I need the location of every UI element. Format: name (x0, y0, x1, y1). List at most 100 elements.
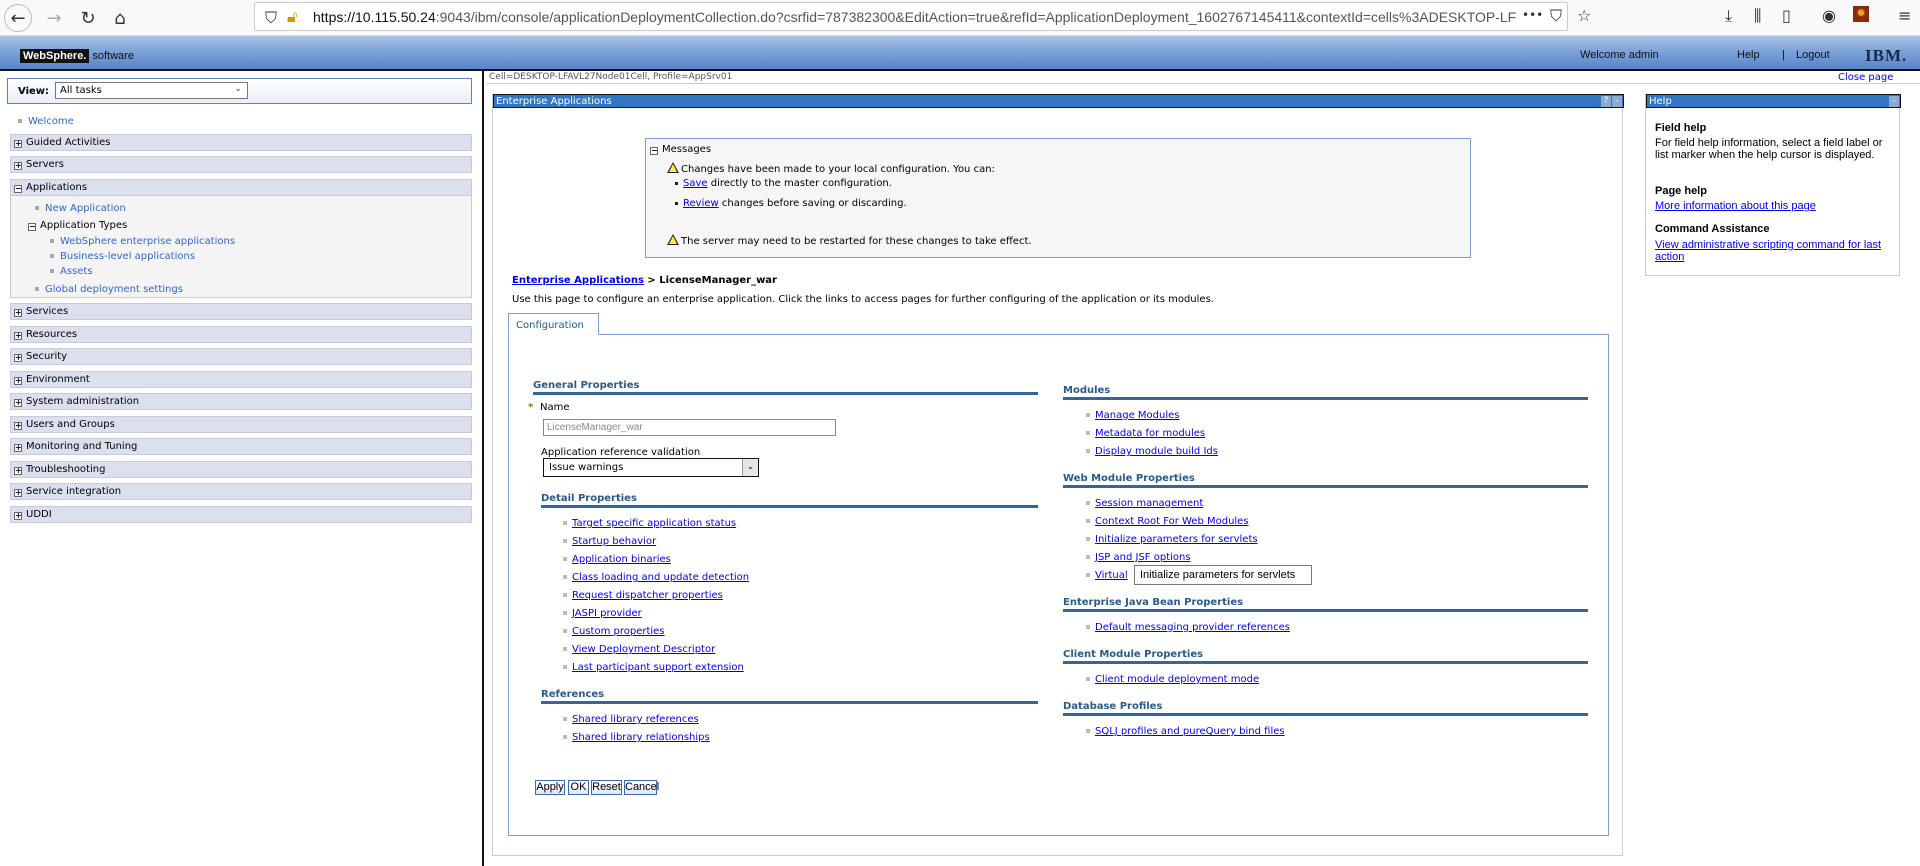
link-startup-behavior[interactable]: Startup behavior (563, 536, 656, 547)
reload-button[interactable]: ↻ (74, 4, 102, 32)
breadcrumb-enterprise-applications[interactable]: Enterprise Applications (512, 275, 644, 286)
link-default-messaging-provider[interactable]: Default messaging provider references (1086, 622, 1290, 633)
link-request-dispatcher[interactable]: Request dispatcher properties (563, 590, 723, 601)
menu-icon[interactable]: ≡ (1898, 6, 1911, 25)
link-text[interactable]: Custom properties (572, 626, 665, 637)
download-icon[interactable]: ⤓ (1725, 6, 1732, 26)
link-class-loading[interactable]: Class loading and update detection (563, 572, 749, 583)
pocket-icon[interactable]: ⛉ (1550, 6, 1562, 26)
link-label[interactable]: Global deployment settings (45, 284, 183, 295)
link-display-module-build-ids[interactable]: Display module build Ids (1086, 446, 1218, 457)
link-initialize-parameters[interactable]: Initialize parameters for servlets (1086, 534, 1258, 545)
forward-button[interactable]: → (40, 4, 68, 32)
library-icon[interactable]: ⫼ (1754, 6, 1761, 26)
link-text[interactable]: View Deployment Descriptor (572, 644, 715, 655)
link-application-binaries[interactable]: Application binaries (563, 554, 671, 565)
link-sqlj-profiles[interactable]: SQLJ profiles and pureQuery bind files (1086, 726, 1285, 737)
save-link[interactable]: Save (683, 178, 708, 189)
ok-button[interactable]: OK (568, 780, 589, 795)
link-text[interactable]: Manage Modules (1095, 410, 1179, 421)
logout-link[interactable]: Logout (1796, 49, 1830, 61)
link-virtual-hosts[interactable]: Virtual (1086, 570, 1128, 581)
sidebar-icon[interactable]: ▯ (1782, 6, 1791, 25)
link-shared-library-references[interactable]: Shared library references (563, 714, 699, 725)
link-label[interactable]: Business-level applications (60, 251, 195, 262)
nav-category-security[interactable]: + Security (10, 348, 472, 365)
messages-header[interactable]: − Messages (650, 144, 711, 155)
nav-category-guided-activities[interactable]: + Guided Activities (10, 134, 472, 151)
bookmark-star-icon[interactable]: ☆ (1577, 6, 1591, 25)
link-text[interactable]: Initialize parameters for servlets (1095, 534, 1258, 545)
nav-global-deployment-settings[interactable]: Global deployment settings (35, 284, 183, 295)
cancel-button[interactable]: Cancel (624, 780, 659, 795)
link-shared-library-relationships[interactable]: Shared library relationships (563, 732, 710, 743)
link-client-module-deployment-mode[interactable]: Client module deployment mode (1086, 674, 1259, 685)
nav-category-services[interactable]: + Services (10, 303, 472, 320)
welcome-link[interactable]: Welcome (28, 116, 74, 127)
nav-business-level-applications[interactable]: Business-level applications (50, 251, 195, 262)
link-text[interactable]: Target specific application status (572, 518, 736, 529)
reset-button[interactable]: Reset (591, 780, 622, 795)
review-link[interactable]: Review (683, 198, 719, 209)
nav-category-uddi[interactable]: + UDDI (10, 506, 472, 523)
link-text[interactable]: SQLJ profiles and pureQuery bind files (1095, 726, 1285, 737)
link-label[interactable]: Assets (60, 266, 93, 277)
new-application-link[interactable]: New Application (45, 203, 126, 214)
panel-help-button[interactable]: ? (1601, 96, 1611, 107)
close-page-link[interactable]: Close page (1838, 72, 1893, 83)
link-context-root[interactable]: Context Root For Web Modules (1086, 516, 1249, 527)
extension-icon[interactable]: ✹ (1853, 6, 1869, 22)
link-text[interactable]: JASPI provider (572, 608, 642, 619)
link-text[interactable]: Default messaging provider references (1095, 622, 1290, 633)
link-text[interactable]: Shared library relationships (572, 732, 710, 743)
link-label[interactable]: WebSphere enterprise applications (60, 236, 235, 247)
nav-category-troubleshooting[interactable]: + Troubleshooting (10, 461, 472, 478)
tab-configuration[interactable]: Configuration (508, 313, 599, 335)
link-text[interactable]: Last participant support extension (572, 662, 744, 673)
app-ref-validation-select[interactable]: Issue warnings ⌄ (543, 458, 759, 477)
nav-category-environment[interactable]: + Environment (10, 371, 472, 388)
panel-minimize-button[interactable]: - (1612, 96, 1622, 107)
link-last-participant-support[interactable]: Last participant support extension (563, 662, 744, 673)
link-text[interactable]: Request dispatcher properties (572, 590, 723, 601)
view-select[interactable]: All tasks ⌄ (55, 82, 248, 99)
help-minimize-button[interactable]: - (1889, 96, 1899, 107)
help-link[interactable]: Help (1737, 49, 1760, 61)
home-button[interactable]: ⌂ (106, 4, 134, 32)
link-session-management[interactable]: Session management (1086, 498, 1203, 509)
link-text[interactable]: Client module deployment mode (1095, 674, 1259, 685)
link-text[interactable]: Startup behavior (572, 536, 656, 547)
link-custom-properties[interactable]: Custom properties (563, 626, 665, 637)
page-help-link[interactable]: More information about this page (1655, 200, 1895, 212)
nav-welcome[interactable]: Welcome (18, 116, 74, 127)
link-text[interactable]: Metadata for modules (1095, 428, 1205, 439)
nav-assets[interactable]: Assets (50, 266, 93, 277)
nav-new-application[interactable]: New Application (35, 203, 126, 214)
link-text[interactable]: Application binaries (572, 554, 671, 565)
apply-button[interactable]: Apply (535, 780, 565, 795)
nav-application-types[interactable]: − Application Types (28, 220, 127, 231)
link-jsp-jsf-options[interactable]: JSP and JSF options (1086, 552, 1191, 563)
link-text[interactable]: Display module build Ids (1095, 446, 1218, 457)
link-text[interactable]: Shared library references (572, 714, 699, 725)
link-text[interactable]: JSP and JSF options (1095, 552, 1191, 563)
nav-category-resources[interactable]: + Resources (10, 326, 472, 343)
link-view-deployment-descriptor[interactable]: View Deployment Descriptor (563, 644, 715, 655)
nav-category-users-and-groups[interactable]: + Users and Groups (10, 416, 472, 433)
link-text[interactable]: Class loading and update detection (572, 572, 749, 583)
nav-category-applications[interactable]: − Applications (10, 179, 472, 196)
link-text[interactable]: Virtual (1095, 570, 1128, 581)
link-text[interactable]: Session management (1095, 498, 1203, 509)
url-bar[interactable]: ⛉ 🔓︎ https://10.115.50.24:9043/ibm/conso… (254, 2, 1568, 31)
nav-category-servers[interactable]: + Servers (10, 156, 472, 173)
link-jaspi-provider[interactable]: JASPI provider (563, 608, 642, 619)
name-input[interactable] (543, 419, 836, 436)
link-manage-modules[interactable]: Manage Modules (1086, 410, 1179, 421)
back-button[interactable]: ← (4, 4, 32, 32)
link-metadata-for-modules[interactable]: Metadata for modules (1086, 428, 1205, 439)
link-text[interactable]: Context Root For Web Modules (1095, 516, 1249, 527)
nav-websphere-enterprise-applications[interactable]: WebSphere enterprise applications (50, 236, 235, 247)
nav-category-monitoring-and-tuning[interactable]: + Monitoring and Tuning (10, 438, 472, 455)
command-assistance-link[interactable]: View administrative scripting command fo… (1655, 239, 1895, 263)
account-icon[interactable]: ◉ (1822, 6, 1836, 25)
